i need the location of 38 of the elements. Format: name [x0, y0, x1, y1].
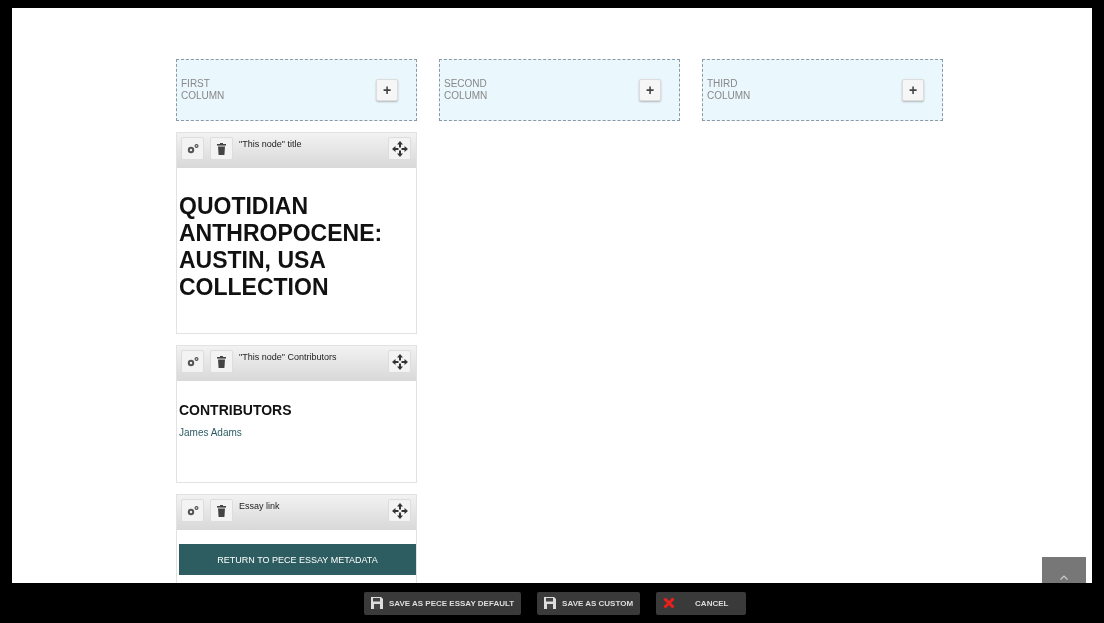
close-icon	[663, 597, 676, 609]
delete-button[interactable]	[210, 499, 233, 522]
footer-button[interactable]: CANCEL	[656, 591, 747, 615]
chevron-up-icon	[1060, 574, 1068, 580]
add-button[interactable]: +	[902, 79, 924, 101]
trash-icon	[217, 355, 226, 368]
footer-button[interactable]: SAVE AS PECE ESSAY DEFAULT	[363, 591, 522, 615]
move-arrows-icon	[390, 139, 409, 158]
pane-title: "This node" Contributors	[239, 351, 338, 362]
page-heading: QUOTIDIAN ANTHROPOCENE: AUSTIN, USA COLLECTION	[179, 193, 384, 301]
settings-button[interactable]	[181, 350, 204, 373]
column-label: FIRST COLUMN	[181, 78, 226, 102]
pane-title: "This node" title	[239, 138, 303, 149]
delete-button[interactable]	[210, 137, 233, 160]
trash-icon	[217, 142, 226, 155]
move-arrows-icon	[390, 501, 409, 520]
return-button[interactable]: RETURN TO PECE ESSAY METADATA	[179, 544, 416, 575]
column-label: THIRD COLUMN	[707, 78, 752, 102]
contributor-link[interactable]: James Adams	[179, 427, 242, 438]
gears-icon	[185, 355, 200, 368]
settings-button[interactable]	[181, 137, 204, 160]
save-icon	[370, 597, 383, 609]
footer-button[interactable]: SAVE AS CUSTOM	[537, 591, 641, 615]
move-handle[interactable]	[388, 137, 411, 160]
delete-button[interactable]	[210, 350, 233, 373]
section-heading: CONTRIBUTORS	[179, 402, 293, 418]
gears-icon	[185, 504, 200, 517]
gears-icon	[185, 142, 200, 155]
add-button[interactable]: +	[639, 79, 661, 101]
move-handle[interactable]	[388, 499, 411, 522]
move-arrows-icon	[390, 352, 409, 371]
settings-button[interactable]	[181, 499, 204, 522]
trash-icon	[217, 504, 226, 517]
move-handle[interactable]	[388, 350, 411, 373]
save-icon	[544, 597, 557, 609]
column-label: SECOND COLUMN	[444, 78, 489, 102]
pane-title: Essay link	[239, 500, 281, 511]
add-button[interactable]: +	[376, 79, 398, 101]
